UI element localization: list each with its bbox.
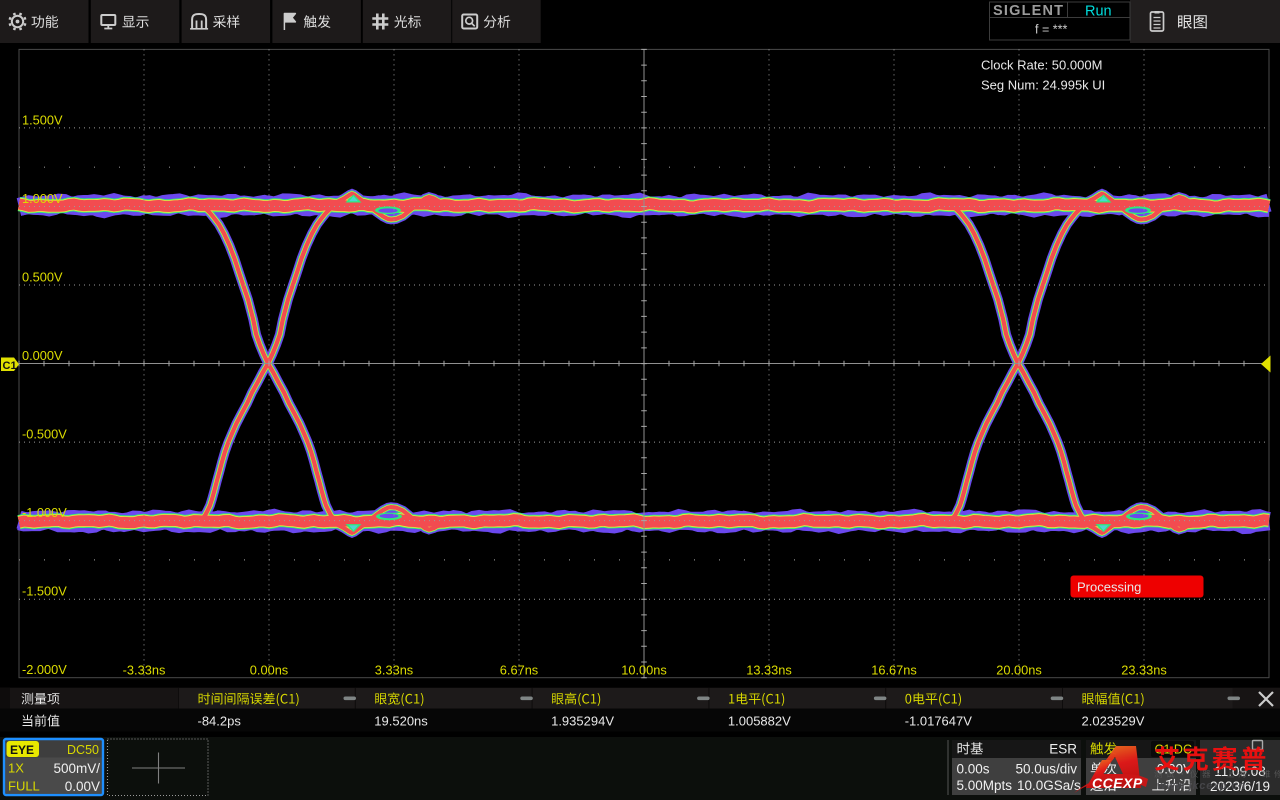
- svg-text:500mV/: 500mV/: [53, 761, 100, 776]
- svg-text:Seg Num: 24.995k UI: Seg Num: 24.995k UI: [981, 78, 1105, 93]
- svg-text:-1.500V: -1.500V: [22, 584, 67, 599]
- svg-text:0.000V: 0.000V: [22, 348, 63, 363]
- svg-text:0.00s: 0.00s: [957, 762, 990, 777]
- svg-text:50.0us/div: 50.0us/div: [1015, 762, 1077, 777]
- svg-text:EYE: EYE: [10, 743, 34, 757]
- svg-text:6.67ns: 6.67ns: [500, 663, 538, 678]
- svg-text:C1: C1: [3, 360, 17, 372]
- svg-text:Run: Run: [1085, 4, 1112, 20]
- svg-text:-1.000V: -1.000V: [22, 505, 67, 520]
- svg-text:-0.500V: -0.500V: [22, 427, 67, 442]
- svg-text:0.00ns: 0.00ns: [250, 663, 288, 678]
- svg-text:-3.33ns: -3.33ns: [123, 663, 166, 678]
- svg-text:3.33ns: 3.33ns: [375, 663, 413, 678]
- svg-text:10.00ns: 10.00ns: [621, 663, 667, 678]
- svg-text:-84.2ps: -84.2ps: [198, 714, 242, 729]
- svg-text:Processing: Processing: [1077, 580, 1141, 595]
- svg-text:19.520ns: 19.520ns: [374, 714, 428, 729]
- svg-text:CCEXP: CCEXP: [1092, 775, 1143, 791]
- svg-text:www.jkcexp.cn: www.jkcexp.cn: [1157, 780, 1246, 792]
- svg-text:1X: 1X: [8, 761, 24, 776]
- svg-text:2.023529V: 2.023529V: [1082, 714, 1145, 729]
- svg-text:16.67ns: 16.67ns: [871, 663, 917, 678]
- svg-text:ESR: ESR: [1049, 742, 1077, 757]
- svg-text:23.33ns: 23.33ns: [1121, 663, 1167, 678]
- svg-text:DC50: DC50: [67, 743, 99, 757]
- svg-text:10.0GSa/s: 10.0GSa/s: [1017, 778, 1081, 793]
- svg-text:1.935294V: 1.935294V: [551, 714, 614, 729]
- svg-text:f = ***: f = ***: [1035, 23, 1067, 37]
- svg-text:1.500V: 1.500V: [22, 112, 63, 127]
- svg-text:SIGLENT: SIGLENT: [993, 3, 1064, 19]
- svg-text:1.005882V: 1.005882V: [728, 714, 791, 729]
- svg-text:FULL: FULL: [8, 779, 40, 794]
- svg-text:Clock Rate: 50.000M: Clock Rate: 50.000M: [981, 58, 1102, 73]
- svg-text:-2.000V: -2.000V: [22, 662, 67, 677]
- svg-text:0.500V: 0.500V: [22, 270, 63, 285]
- svg-text:13.33ns: 13.33ns: [746, 663, 792, 678]
- svg-text:20.00ns: 20.00ns: [996, 663, 1042, 678]
- svg-text:5.00Mpts: 5.00Mpts: [957, 778, 1013, 793]
- svg-text:0.00V: 0.00V: [65, 779, 100, 794]
- svg-text:-1.017647V: -1.017647V: [905, 714, 973, 729]
- svg-text:1.000V: 1.000V: [22, 191, 63, 206]
